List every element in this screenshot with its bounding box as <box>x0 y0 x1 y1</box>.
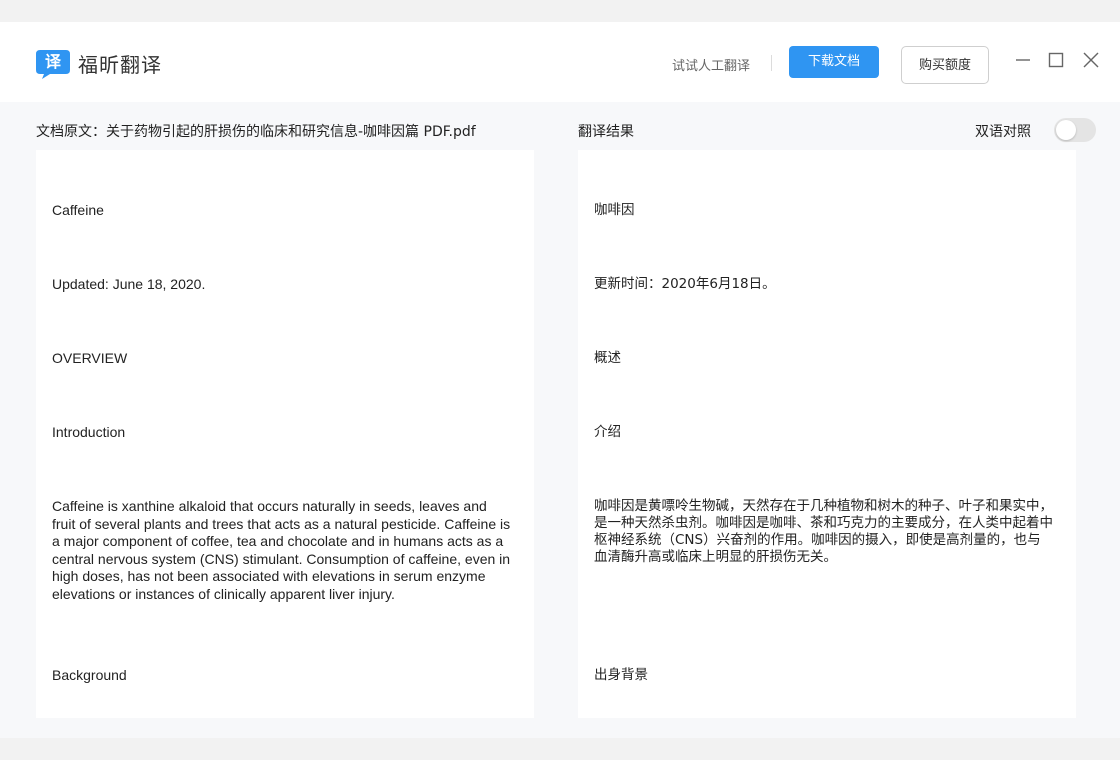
source-paragraph: Introduction <box>52 424 126 440</box>
translation-paragraph: 出身背景 <box>594 667 648 683</box>
translation-paragraph: 更新时间：2020年6月18日。 <box>594 276 776 292</box>
title-bar: 译 福昕翻译 试试人工翻译 下载文档 购买额度 <box>0 22 1120 102</box>
translation-paragraph: 咖啡因是黄嘌呤生物碱，天然存在于几种植物和树木的种子、叶子和果实中，是一种天然杀… <box>594 498 1053 565</box>
app-window: 译 福昕翻译 试试人工翻译 下载文档 购买额度 文档原文：关于药物引起的肝损伤的… <box>0 22 1120 738</box>
translation-panel[interactable]: 咖啡因 更新时间：2020年6月18日。 概述 介绍 咖啡因是黄嘌呤生物碱，天然… <box>578 150 1076 718</box>
maximize-icon[interactable] <box>1046 50 1066 70</box>
logo-glyph: 译 <box>44 52 61 71</box>
source-document-title: 文档原文：关于药物引起的肝损伤的临床和研究信息-咖啡因篇 PDF.pdf <box>36 124 476 140</box>
source-paragraph: Updated: June 18, 2020. <box>52 276 206 292</box>
header-divider <box>771 55 772 71</box>
translation-paragraph: 介绍 <box>594 424 621 440</box>
translate-logo-icon: 译 <box>36 48 72 79</box>
translation-result-title: 翻译结果 <box>578 124 634 140</box>
source-paragraph: OVERVIEW <box>52 350 128 366</box>
buy-quota-button[interactable]: 购买额度 <box>901 46 989 84</box>
bilingual-label: 双语对照 <box>975 124 1031 140</box>
human-translation-link[interactable]: 试试人工翻译 <box>672 55 750 74</box>
download-document-button[interactable]: 下载文档 <box>789 46 879 78</box>
close-icon[interactable] <box>1081 50 1101 70</box>
source-panel[interactable]: Caffeine Updated: June 18, 2020. OVERVIE… <box>36 150 534 718</box>
toggle-knob <box>1056 120 1076 140</box>
minimize-icon[interactable] <box>1013 50 1033 70</box>
translation-paragraph: 概述 <box>594 350 621 366</box>
source-paragraph: Caffeine is xanthine alkaloid that occur… <box>52 498 511 602</box>
translation-paragraph: 咖啡因 <box>594 202 635 218</box>
source-paragraph: Caffeine <box>52 202 104 218</box>
source-paragraph: Background <box>52 667 127 683</box>
app-logo: 译 福昕翻译 <box>36 48 162 79</box>
bilingual-toggle[interactable] <box>1054 118 1096 142</box>
app-name: 福昕翻译 <box>78 52 162 77</box>
